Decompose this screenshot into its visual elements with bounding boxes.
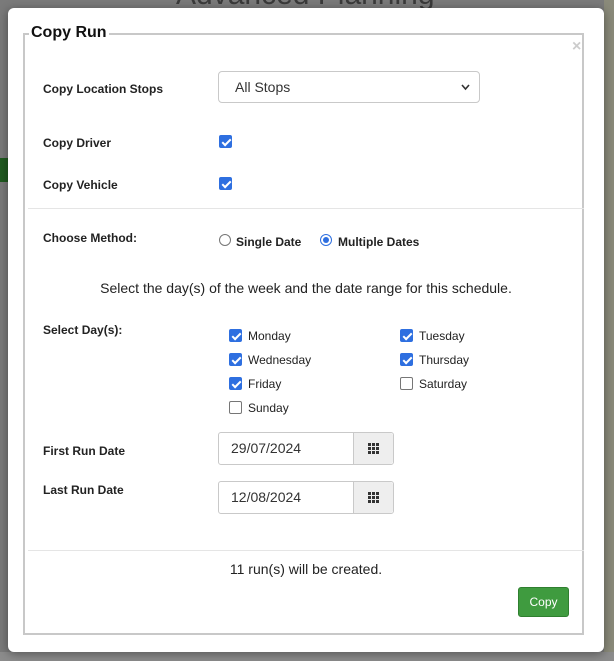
background-element: [0, 158, 8, 182]
copy-driver-label: Copy Driver: [43, 136, 112, 150]
first-run-date-label: First Run Date: [43, 444, 126, 458]
close-icon[interactable]: ×: [572, 38, 581, 56]
sunday-checkbox[interactable]: [229, 401, 242, 414]
divider: [28, 550, 584, 551]
saturday-checkbox[interactable]: [400, 377, 413, 390]
select-days-label: Select Day(s):: [43, 323, 123, 337]
multiple-dates-label[interactable]: Multiple Dates: [338, 235, 419, 249]
copy-run-dialog: Copy Run × Copy Location Stops All Stops…: [8, 8, 604, 652]
last-run-date-value: 12/08/2024: [231, 489, 302, 505]
dialog-title: Copy Run: [29, 24, 109, 42]
tuesday-label[interactable]: Tuesday: [419, 329, 465, 343]
single-date-radio[interactable]: [219, 234, 231, 246]
saturday-label[interactable]: Saturday: [419, 377, 467, 391]
multiple-dates-radio[interactable]: [320, 234, 332, 246]
copy-vehicle-label: Copy Vehicle: [43, 178, 118, 192]
friday-checkbox[interactable]: [229, 377, 242, 390]
first-run-date-picker-button[interactable]: [353, 433, 393, 464]
tuesday-checkbox[interactable]: [400, 329, 413, 342]
single-date-label[interactable]: Single Date: [236, 235, 301, 249]
chevron-down-icon: [460, 72, 471, 114]
last-run-date-label: Last Run Date: [43, 483, 124, 497]
last-run-date-picker-button[interactable]: [353, 482, 393, 513]
runs-created-summary: 11 run(s) will be created.: [229, 561, 383, 577]
choose-method-label: Choose Method:: [43, 231, 137, 245]
monday-checkbox[interactable]: [229, 329, 242, 342]
copy-location-stops-value: All Stops: [235, 79, 291, 95]
divider: [28, 208, 584, 209]
wednesday-checkbox[interactable]: [229, 353, 242, 366]
monday-label[interactable]: Monday: [248, 329, 291, 343]
background-bottom-edge: [0, 652, 614, 661]
background-map-edge: [604, 0, 614, 661]
calendar-grid-icon: [368, 492, 379, 503]
schedule-instruction: Select the day(s) of the week and the da…: [100, 280, 512, 296]
copy-button[interactable]: Copy: [518, 587, 569, 617]
thursday-label[interactable]: Thursday: [419, 353, 469, 367]
sunday-label[interactable]: Sunday: [248, 401, 289, 415]
first-run-date-input[interactable]: 29/07/2024: [218, 432, 394, 465]
calendar-grid-icon: [368, 443, 379, 454]
wednesday-label[interactable]: Wednesday: [248, 353, 311, 367]
last-run-date-input[interactable]: 12/08/2024: [218, 481, 394, 514]
copy-driver-checkbox[interactable]: [219, 135, 232, 148]
copy-location-stops-select[interactable]: All Stops: [218, 71, 480, 103]
first-run-date-value: 29/07/2024: [231, 440, 302, 456]
copy-location-stops-label: Copy Location Stops: [43, 82, 163, 96]
thursday-checkbox[interactable]: [400, 353, 413, 366]
friday-label[interactable]: Friday: [248, 377, 281, 391]
copy-vehicle-checkbox[interactable]: [219, 177, 232, 190]
